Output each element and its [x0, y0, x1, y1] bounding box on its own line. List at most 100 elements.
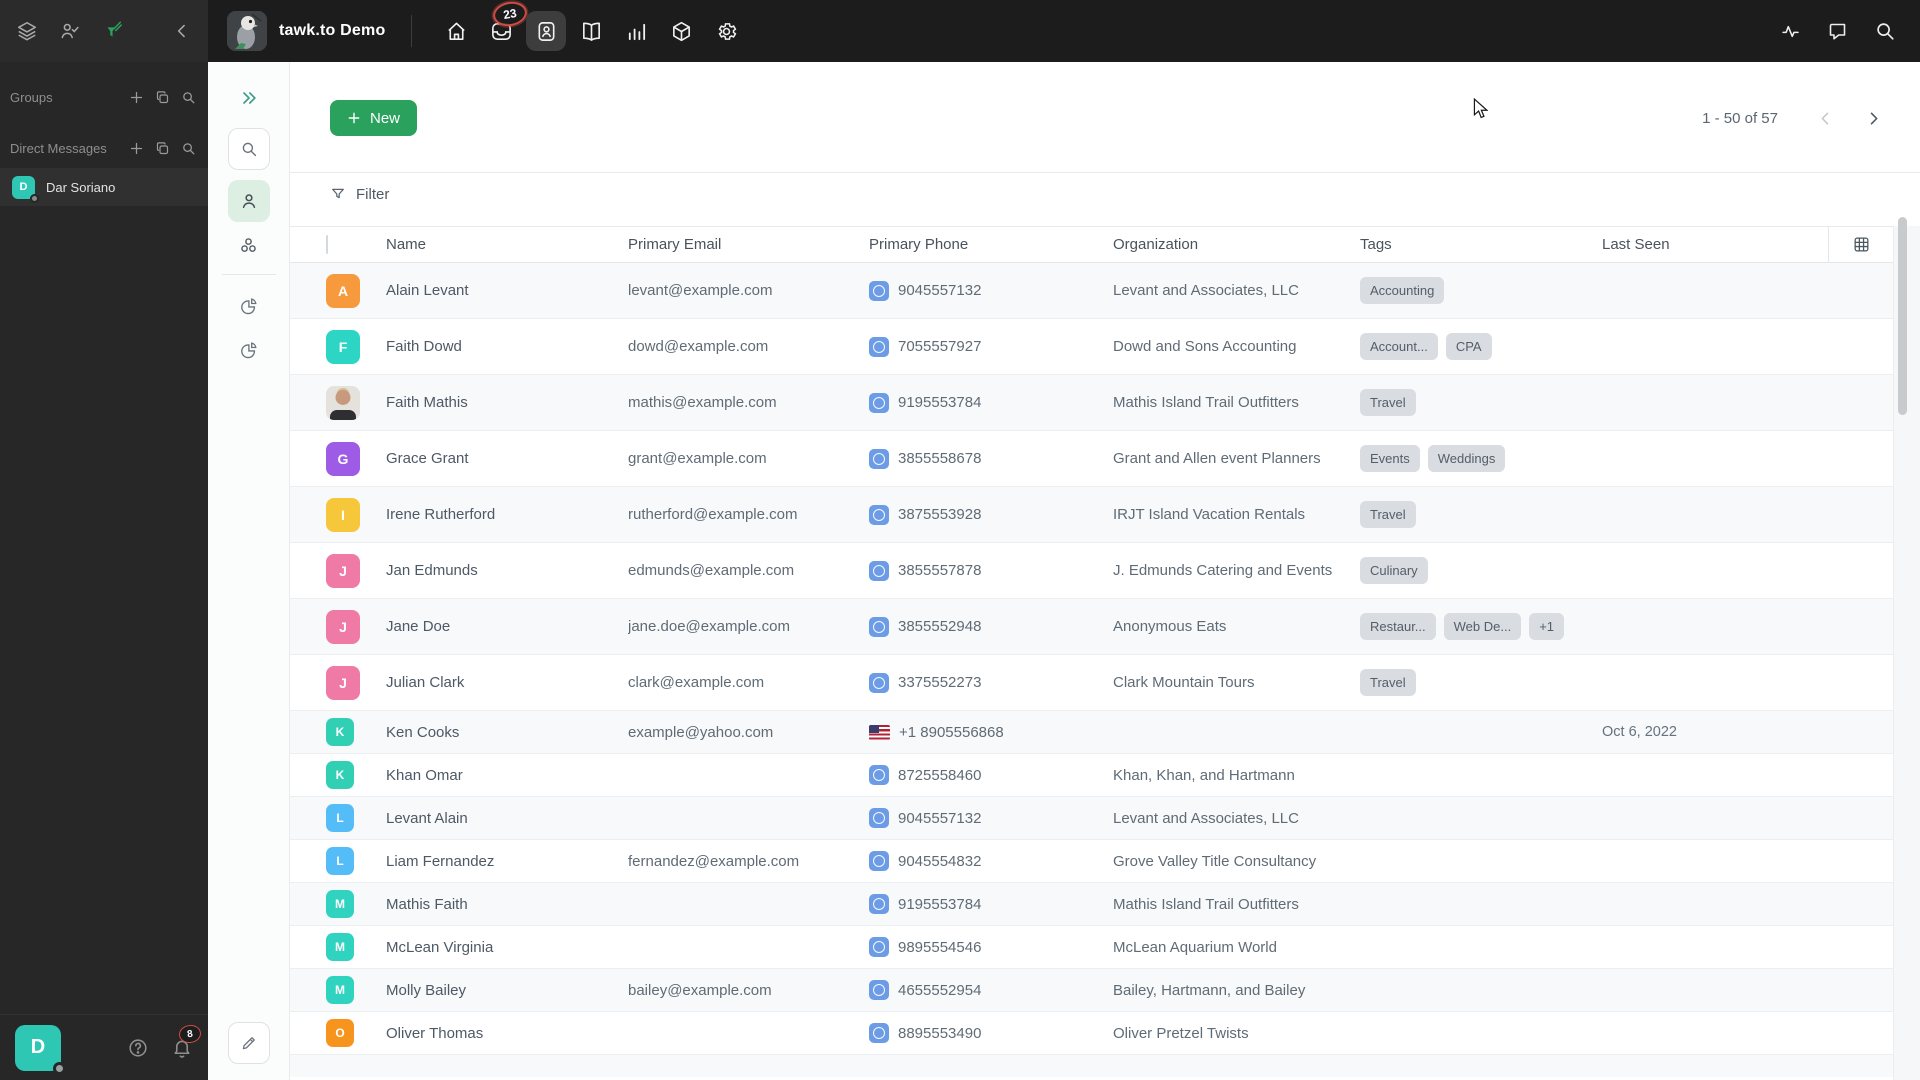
table-row[interactable]: K Ken Cooks example@yahoo.com +1 8905556… [290, 711, 1893, 754]
collapse-sidebar-icon[interactable] [172, 21, 192, 41]
phone-number: 9045557132 [898, 809, 982, 827]
flag-icon [869, 937, 889, 957]
table-row[interactable]: Faith Mathis mathis@example.com 91955537… [290, 375, 1893, 431]
table-row[interactable]: M Molly Bailey bailey@example.com 465555… [290, 969, 1893, 1012]
cell-email: mathis@example.com [628, 394, 777, 411]
plus-icon [348, 112, 360, 124]
column-header-organization[interactable]: Organization [1113, 236, 1360, 253]
pagination-range: 1 - 50 of 57 [1702, 109, 1778, 127]
prev-page-button[interactable] [1808, 102, 1842, 134]
cell-organization: Grant and Allen event Planners [1113, 450, 1321, 467]
expand-rail-icon[interactable] [239, 88, 259, 108]
add-dm-icon[interactable] [129, 141, 144, 156]
copy-icon[interactable] [155, 141, 170, 156]
cell-organization: IRJT Island Vacation Rentals [1113, 506, 1306, 523]
cell-email: clark@example.com [628, 674, 765, 691]
notifications-bell-icon[interactable]: 8 [171, 1023, 203, 1059]
column-settings-icon[interactable] [1828, 227, 1893, 262]
table-row[interactable]: A Alain Levant levant@example.com 904555… [290, 263, 1893, 319]
cell-name: Ken Cooks [386, 723, 460, 741]
tag-chip: Web De... [1443, 613, 1522, 640]
flag-icon [869, 765, 889, 785]
flag-icon [869, 851, 889, 871]
nav-contacts[interactable] [526, 11, 567, 51]
phone-number: 4655552954 [898, 981, 982, 999]
topbar: tawk.to Demo 23 [0, 0, 1920, 62]
person-check-icon[interactable] [59, 20, 81, 42]
phone-number: 9195553784 [898, 394, 982, 411]
table-row[interactable]: G Grace Grant grant@example.com 38555586… [290, 431, 1893, 487]
next-page-button[interactable] [1856, 102, 1890, 134]
tag-chip: Travel [1360, 501, 1416, 528]
nav-home[interactable] [436, 11, 476, 51]
new-contact-button[interactable]: New [330, 100, 418, 136]
cell-phone: 3855557878 [869, 560, 1113, 581]
table-row[interactable]: I Irene Rutherford rutherford@example.co… [290, 487, 1893, 543]
rail-search-button[interactable] [227, 128, 270, 170]
messages-icon[interactable] [1827, 21, 1848, 42]
user-avatar[interactable]: D [15, 1024, 66, 1075]
column-header-tags[interactable]: Tags [1360, 236, 1602, 253]
cell-email: rutherford@example.com [628, 506, 798, 523]
contact-avatar: A [326, 273, 360, 308]
property-selector[interactable]: tawk.to Demo [227, 11, 385, 51]
nav-inbox[interactable]: 23 [481, 0, 530, 51]
cell-phone: 9045557132 [869, 808, 1113, 828]
table-row[interactable]: M Mathis Faith 9195553784 Mathis Island … [290, 883, 1893, 926]
select-all-checkbox[interactable] [326, 235, 328, 254]
column-header-last-seen[interactable]: Last Seen [1602, 236, 1828, 253]
table-row[interactable]: J Jan Edmunds edmunds@example.com 385555… [290, 543, 1893, 599]
rail-segment-button[interactable] [228, 285, 270, 327]
cell-name: McLean Virginia [386, 938, 494, 956]
phone-number: 8895553490 [898, 1024, 982, 1042]
search-icon[interactable] [1874, 20, 1896, 42]
add-group-icon[interactable] [129, 90, 144, 105]
rail-segment-button[interactable] [228, 329, 270, 371]
table-row[interactable]: M McLean Virginia 9895554546 McLean Aqua… [290, 926, 1893, 969]
column-header-name[interactable]: Name [386, 236, 628, 253]
search-dm-icon[interactable] [181, 141, 196, 156]
flag-icon [869, 894, 889, 914]
flag-icon [869, 504, 889, 525]
contact-avatar: L [326, 804, 354, 832]
status-dot [53, 1061, 66, 1075]
cell-name: Alain Levant [386, 282, 469, 299]
nav-reporting[interactable] [616, 11, 656, 51]
table-row[interactable]: K Khan Omar 8725558460 Khan, Khan, and H… [290, 754, 1893, 797]
phone-number: 3875553928 [898, 506, 982, 523]
vertical-scrollbar[interactable] [1898, 217, 1907, 415]
cell-email: fernandez@example.com [628, 852, 800, 870]
nav-apps[interactable] [661, 11, 701, 51]
cell-phone: 9045554832 [869, 851, 1113, 871]
cell-tags: Travel [1360, 501, 1602, 528]
rail-edit-button[interactable] [227, 1022, 270, 1064]
nav-knowledge-base[interactable] [571, 11, 611, 51]
table-row[interactable]: L Levant Alain 9045557132 Levant and Ass… [290, 797, 1893, 840]
table-row[interactable]: J Jane Doe jane.doe@example.com 38555529… [290, 599, 1893, 655]
nav-admin[interactable] [706, 11, 746, 51]
cell-organization: Anonymous Eats [1113, 618, 1227, 635]
rail-companies-button[interactable] [228, 224, 270, 266]
layers-icon[interactable] [16, 20, 38, 42]
pagination: 1 - 50 of 57 [1702, 102, 1890, 134]
filter-button[interactable]: Filter [330, 176, 389, 212]
table-row[interactable]: L Liam Fernandez fernandez@example.com 9… [290, 840, 1893, 883]
table-row[interactable]: O Oliver Thomas 8895553490 Oliver Pretze… [290, 1012, 1893, 1055]
rail-contacts-button[interactable] [227, 180, 270, 222]
table-row[interactable]: J Julian Clark clark@example.com 3375552… [290, 655, 1893, 711]
cell-email: levant@example.com [628, 282, 773, 299]
cell-organization: Mathis Island Trail Outfitters [1113, 895, 1299, 913]
cell-organization: Mathis Island Trail Outfitters [1113, 394, 1299, 411]
cell-name: Levant Alain [386, 809, 468, 827]
table-row[interactable]: F Faith Dowd dowd@example.com 7055557927… [290, 319, 1893, 375]
green-property-icon[interactable] [102, 20, 124, 42]
activity-icon[interactable] [1780, 21, 1801, 42]
dm-item-dar-soriano[interactable]: D Dar Soriano [0, 168, 208, 206]
help-icon[interactable] [127, 1037, 149, 1059]
column-header-primary-email[interactable]: Primary Email [628, 236, 869, 253]
column-header-primary-phone[interactable]: Primary Phone [869, 236, 1113, 253]
search-groups-icon[interactable] [181, 90, 196, 105]
tag-chip: Accounting [1360, 277, 1445, 304]
contact-avatar: L [326, 847, 354, 875]
copy-icon[interactable] [155, 90, 170, 105]
